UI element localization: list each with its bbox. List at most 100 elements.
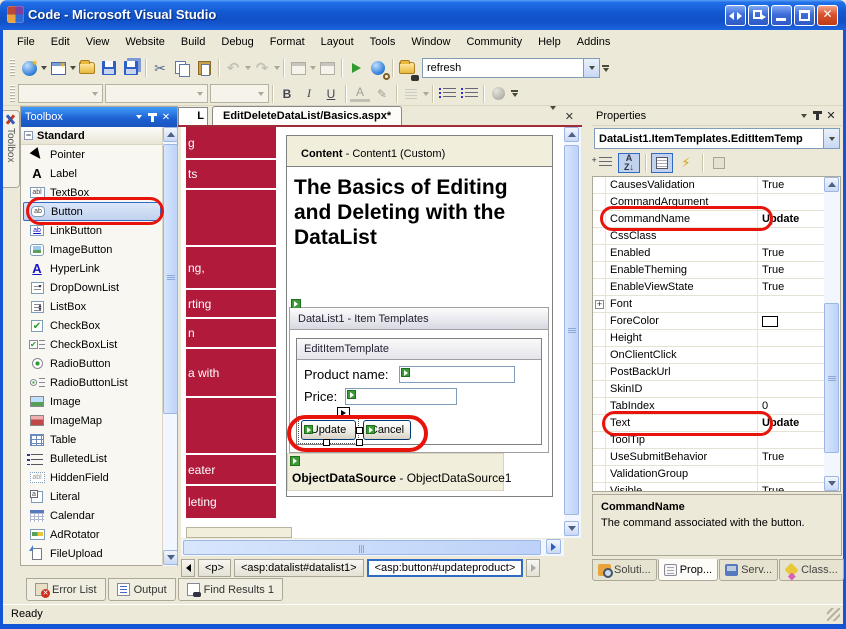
- undo-button[interactable]: ↶: [222, 57, 244, 79]
- property-row-enabletheming[interactable]: EnableThemingTrue: [593, 262, 824, 279]
- add-new-item-button[interactable]: ✶: [47, 57, 69, 79]
- toolbox-item-dropdownlist[interactable]: ▾DropDownList: [23, 278, 161, 297]
- context-arrows-button[interactable]: [725, 5, 746, 26]
- resize-handle[interactable]: [356, 439, 363, 446]
- menu-item-format[interactable]: Format: [262, 33, 313, 51]
- property-row-causesvalidation[interactable]: CausesValidationTrue: [593, 177, 824, 194]
- property-value[interactable]: True: [758, 262, 824, 278]
- bottom-tab-findresults[interactable]: Find Results 1: [178, 578, 283, 601]
- property-value[interactable]: True: [758, 245, 824, 261]
- menu-item-edit[interactable]: Edit: [43, 33, 78, 51]
- tag-navigator-left-button[interactable]: [181, 559, 195, 577]
- toolbox-item-imagemap[interactable]: ImageMap: [23, 411, 161, 430]
- menu-item-build[interactable]: Build: [173, 33, 213, 51]
- document-list-dropdown[interactable]: [549, 110, 556, 122]
- property-value[interactable]: [758, 381, 824, 397]
- toolbox-item-radiobuttonlist[interactable]: RadioButtonList: [23, 373, 161, 392]
- design-scroll-down-button[interactable]: [564, 521, 579, 536]
- redo-dropdown[interactable]: [274, 66, 280, 70]
- tag-navigator-item[interactable]: <p>: [198, 559, 231, 577]
- toolbox-scroll-thumb[interactable]: [163, 144, 178, 414]
- menu-item-file[interactable]: File: [9, 33, 43, 51]
- property-row-tabindex[interactable]: TabIndex0: [593, 398, 824, 415]
- toolbar-grip[interactable]: [10, 59, 15, 77]
- menu-item-addins[interactable]: Addins: [569, 33, 619, 51]
- tag-navigator-right-button[interactable]: [526, 559, 540, 577]
- toolbox-item-checkbox[interactable]: ✔CheckBox: [23, 316, 161, 335]
- bottom-tab-errorlist[interactable]: Error List: [26, 578, 106, 601]
- properties-pin-button[interactable]: [810, 109, 824, 123]
- toolbox-item-radiobutton[interactable]: RadioButton: [23, 354, 161, 373]
- bold-button[interactable]: B: [276, 84, 298, 104]
- find-combobox-dropdown[interactable]: [583, 59, 599, 77]
- minimize-button[interactable]: [771, 5, 792, 26]
- bottom-tab-output[interactable]: Output: [108, 578, 176, 601]
- resize-handle[interactable]: [356, 427, 363, 434]
- toolbox-scrollbar[interactable]: [162, 127, 177, 566]
- product-name-textbox[interactable]: [399, 366, 515, 383]
- menu-item-website[interactable]: Website: [117, 33, 173, 51]
- datalist-header[interactable]: DataList1 - Item Templates: [290, 308, 548, 330]
- tab-active-document[interactable]: EditDeleteDataList/Basics.aspx*: [212, 106, 402, 125]
- properties-scroll-down-button[interactable]: [824, 476, 839, 491]
- price-textbox[interactable]: [345, 388, 457, 405]
- color-swatch[interactable]: [762, 316, 778, 327]
- property-value[interactable]: 0: [758, 398, 824, 414]
- property-value[interactable]: True: [758, 279, 824, 295]
- toolbox-item-listbox[interactable]: ▴▾ListBox: [23, 297, 161, 316]
- property-value[interactable]: [758, 432, 824, 448]
- new-website-button[interactable]: ✶: [18, 57, 40, 79]
- toolbox-item-label[interactable]: Label: [23, 164, 161, 183]
- toolbox-item-hiddenfield[interactable]: ablHiddenField: [23, 468, 161, 487]
- font-size-combobox[interactable]: [210, 84, 269, 103]
- property-value[interactable]: True: [758, 483, 824, 492]
- property-value[interactable]: [758, 330, 824, 346]
- design-vscroll-thumb[interactable]: [564, 145, 579, 515]
- content-control[interactable]: Content - Content1 (Custom) The Basics o…: [286, 135, 553, 497]
- preview-in-browser-button[interactable]: [367, 57, 389, 79]
- categorized-button[interactable]: [594, 153, 616, 173]
- property-row-tooltip[interactable]: ToolTip: [593, 432, 824, 449]
- property-pages-button[interactable]: [708, 153, 730, 173]
- navigate-forward-button[interactable]: [316, 57, 338, 79]
- tag-navigator-item[interactable]: <asp:button#updateproduct>: [367, 559, 524, 577]
- objectdatasource-control[interactable]: ObjectDataSource - ObjectDataSource1: [287, 453, 504, 491]
- design-scroll-right-button[interactable]: [546, 539, 561, 554]
- toolbox-item-hyperlink[interactable]: HyperLink: [23, 259, 161, 278]
- toolbox-item-calendar[interactable]: Calendar: [23, 506, 161, 525]
- properties-scroll-up-button[interactable]: [824, 177, 839, 192]
- property-row-postbackurl[interactable]: PostBackUrl: [593, 364, 824, 381]
- toolbox-window-menu-button[interactable]: [131, 110, 145, 124]
- toolbox-item-checkboxlist[interactable]: ✔CheckBoxList: [23, 335, 161, 354]
- cut-button[interactable]: ✂: [149, 57, 171, 79]
- close-button[interactable]: ✕: [817, 5, 838, 26]
- design-horizontal-scrollbar[interactable]: [181, 539, 564, 556]
- alignment-button[interactable]: [400, 84, 422, 104]
- toolbox-item-imagebutton[interactable]: ImageButton: [23, 240, 161, 259]
- properties-scroll-thumb[interactable]: [824, 303, 839, 453]
- font-name-combobox[interactable]: [105, 84, 208, 103]
- panel-tab-class[interactable]: Class...: [779, 559, 844, 581]
- property-row-enableviewstate[interactable]: EnableViewStateTrue: [593, 279, 824, 296]
- menu-item-help[interactable]: Help: [530, 33, 569, 51]
- property-value[interactable]: [758, 313, 824, 329]
- property-row-enabled[interactable]: EnabledTrue: [593, 245, 824, 262]
- toolbox-side-tab[interactable]: Toolbox: [3, 110, 20, 188]
- underline-button[interactable]: U: [320, 84, 342, 104]
- datalist-control[interactable]: DataList1 - Item Templates EditItemTempl…: [289, 307, 549, 453]
- property-row-visible[interactable]: VisibleTrue: [593, 483, 824, 492]
- close-document-button[interactable]: ✕: [565, 110, 574, 123]
- property-value[interactable]: Update: [758, 211, 824, 227]
- property-value[interactable]: [758, 194, 824, 210]
- properties-view-button[interactable]: [651, 153, 673, 173]
- paste-button[interactable]: [193, 57, 215, 79]
- toolbox-close-button[interactable]: ✕: [159, 110, 173, 124]
- property-row-validationgroup[interactable]: ValidationGroup: [593, 466, 824, 483]
- menu-item-tools[interactable]: Tools: [362, 33, 404, 51]
- font-color-button[interactable]: A: [349, 84, 371, 104]
- menu-item-community[interactable]: Community: [458, 33, 530, 51]
- property-row-font[interactable]: +Font: [593, 296, 824, 313]
- property-value[interactable]: [758, 364, 824, 380]
- resize-handle[interactable]: [323, 439, 330, 446]
- toolbox-item-fileupload[interactable]: FileUpload: [23, 544, 161, 563]
